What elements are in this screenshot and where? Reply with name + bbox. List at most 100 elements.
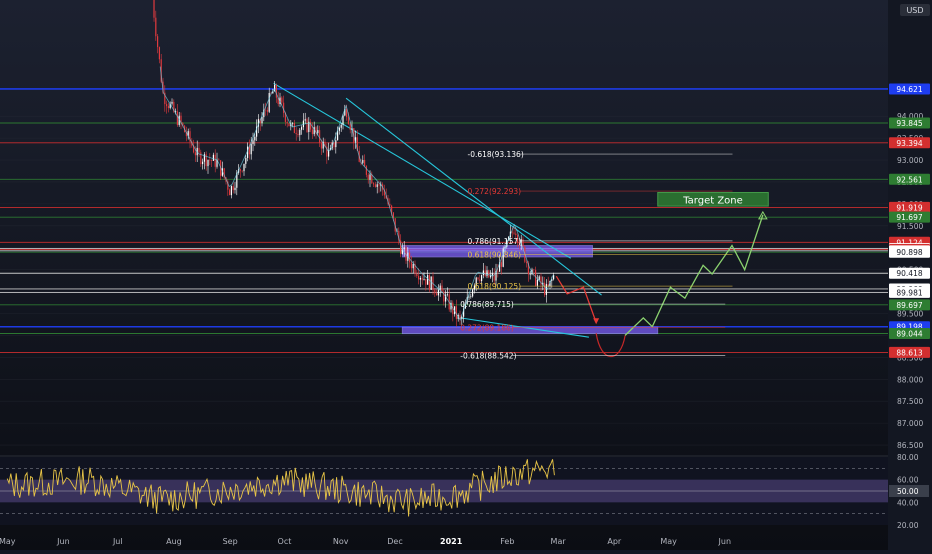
candle-body bbox=[252, 140, 254, 145]
candle-body bbox=[481, 275, 483, 282]
y-tick-label: 88.000 bbox=[897, 375, 923, 384]
candle-body bbox=[410, 262, 413, 269]
candle-body bbox=[362, 160, 364, 163]
candle-body bbox=[281, 97, 283, 103]
candle-body bbox=[484, 270, 486, 277]
x-tick-label: 2021 bbox=[440, 537, 463, 546]
y-tick-label: 89.500 bbox=[897, 310, 923, 319]
price-label-text: 91.697 bbox=[896, 213, 922, 222]
candle-body bbox=[522, 239, 524, 247]
candle-body bbox=[157, 36, 159, 48]
candle-body bbox=[288, 123, 290, 127]
candle-body bbox=[297, 133, 299, 136]
x-tick-label: Apr bbox=[607, 537, 622, 546]
candle-body bbox=[416, 273, 418, 276]
fib-level-label: 0.272(92.293) bbox=[467, 187, 521, 196]
candle-body bbox=[171, 101, 173, 104]
x-tick-label: Jun bbox=[56, 537, 70, 546]
target-zone-label: Target Zone bbox=[682, 195, 743, 206]
candle-body bbox=[437, 289, 440, 296]
candle-body bbox=[299, 129, 301, 136]
candle-body bbox=[349, 124, 351, 130]
rsi-tick-label: 40.00 bbox=[897, 498, 919, 507]
candle-body bbox=[254, 136, 256, 141]
candle-body bbox=[335, 140, 337, 148]
candle-body bbox=[167, 106, 170, 109]
candle-body bbox=[155, 17, 157, 37]
candle-body bbox=[403, 247, 405, 250]
candle-body bbox=[373, 183, 375, 185]
candle-body bbox=[477, 277, 479, 280]
candle-body bbox=[234, 187, 236, 191]
candle-body bbox=[194, 152, 197, 156]
chart-area: Target Zone -0.618(93.136) 0.272(92.293) 0… bbox=[0, 0, 932, 550]
candle-body bbox=[412, 263, 414, 269]
candle-body bbox=[515, 233, 517, 235]
candle-body bbox=[482, 270, 485, 276]
candle-body bbox=[418, 275, 420, 280]
candle-body bbox=[295, 132, 297, 134]
candle-body bbox=[365, 166, 368, 175]
candle-body bbox=[293, 122, 296, 133]
candle-body bbox=[286, 121, 288, 124]
candle-body bbox=[212, 154, 215, 161]
candle-body bbox=[243, 163, 245, 172]
y-tick-label: 87.500 bbox=[897, 397, 923, 406]
candle-body bbox=[427, 275, 429, 285]
candle-body bbox=[533, 269, 535, 271]
candle-body bbox=[491, 273, 494, 276]
candle-body bbox=[166, 104, 168, 107]
fib-level-label: 0.272(89.186) bbox=[460, 323, 514, 332]
candle-body bbox=[428, 275, 431, 290]
rsi-tick-label: 60.00 bbox=[897, 476, 919, 485]
candle-body bbox=[409, 252, 411, 263]
candle-body bbox=[468, 296, 470, 298]
price-label-text: 89.044 bbox=[896, 329, 922, 338]
y-tick-label: 87.000 bbox=[897, 419, 923, 428]
candle-body bbox=[176, 111, 179, 125]
candle-body bbox=[265, 109, 267, 111]
candle-body bbox=[439, 285, 441, 290]
candle-body bbox=[425, 279, 427, 285]
currency-badge: USD bbox=[900, 4, 930, 16]
price-label-text: 89.981 bbox=[896, 288, 922, 297]
candle-body bbox=[209, 160, 211, 161]
candle-body bbox=[202, 161, 204, 165]
candle-body bbox=[430, 276, 432, 290]
y-tick-label: 86.500 bbox=[897, 441, 923, 450]
candle-body bbox=[211, 160, 213, 161]
candle-body bbox=[446, 294, 449, 295]
fib-level-label: 0.618(90.846) bbox=[467, 250, 521, 259]
fib-level-label: -0.618(88.542) bbox=[460, 352, 516, 361]
currency-label: USD bbox=[906, 6, 923, 15]
rsi-value-label: 50.00 bbox=[897, 487, 919, 496]
x-tick-label: Jun bbox=[718, 537, 732, 546]
fib-level-label: 0.786(91.157) bbox=[467, 237, 521, 246]
candle-body bbox=[423, 279, 425, 280]
candle-body bbox=[376, 184, 378, 187]
price-label-text: 92.561 bbox=[896, 175, 922, 184]
candle-body bbox=[544, 282, 546, 295]
price-label-text: 94.621 bbox=[896, 85, 922, 94]
price-label-text: 90.898 bbox=[896, 248, 922, 257]
price-label-text: 91.919 bbox=[896, 203, 922, 212]
candle-body bbox=[434, 289, 436, 294]
x-tick-label: Nov bbox=[333, 537, 349, 546]
candle-body bbox=[536, 279, 539, 286]
candle-body bbox=[419, 277, 422, 280]
candle-body bbox=[218, 159, 220, 161]
price-label-text: 89.697 bbox=[896, 301, 922, 310]
fib-level-label: -0.618(93.136) bbox=[467, 150, 523, 159]
candle-body bbox=[500, 262, 503, 267]
candle-body bbox=[207, 160, 209, 167]
candle-body bbox=[497, 271, 499, 272]
x-tick-label: Feb bbox=[500, 537, 514, 546]
candle-body bbox=[364, 160, 366, 167]
candle-body bbox=[232, 186, 234, 191]
fib-level-label: 0.618(90.125) bbox=[467, 282, 521, 291]
candle-body bbox=[470, 296, 472, 298]
candle-body bbox=[268, 93, 270, 112]
candle-body bbox=[245, 157, 247, 164]
candle-body bbox=[421, 277, 423, 280]
candle-body bbox=[374, 184, 377, 187]
